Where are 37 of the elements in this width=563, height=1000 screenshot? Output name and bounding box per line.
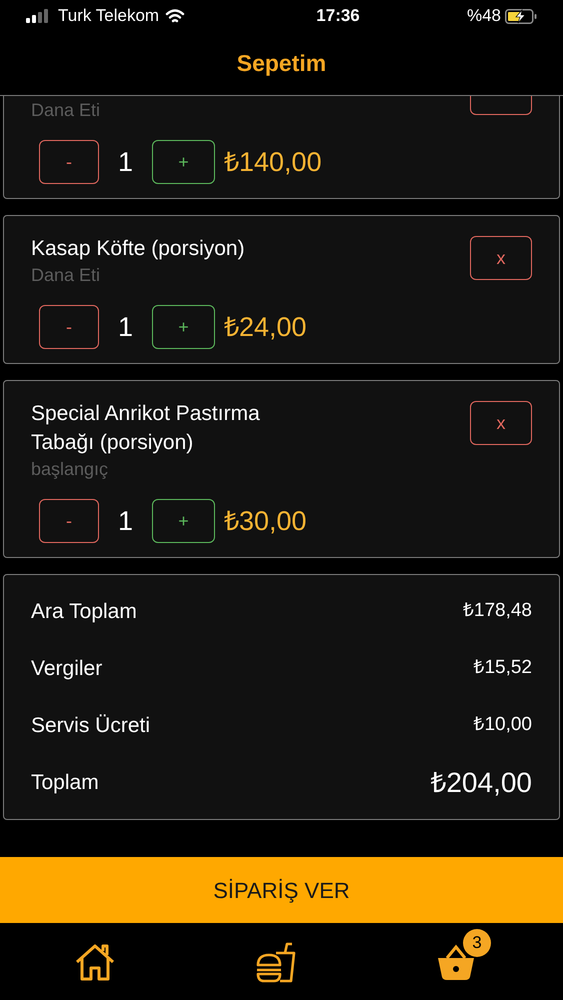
summary-label: Ara Toplam xyxy=(31,598,137,625)
increase-button[interactable]: + xyxy=(152,140,215,184)
item-price: ₺24,00 xyxy=(224,310,307,344)
decrease-button[interactable]: - xyxy=(39,499,99,543)
decrease-button[interactable]: - xyxy=(39,305,99,349)
quantity: 1 xyxy=(116,146,134,179)
item-description: Dana Eti xyxy=(31,99,100,122)
remove-button[interactable]: x xyxy=(470,236,532,280)
summary-value: ₺178,48 xyxy=(462,599,532,624)
clock: 17:36 xyxy=(316,5,360,28)
summary-value: ₺15,52 xyxy=(473,656,532,680)
item-description: başlangıç xyxy=(31,458,110,481)
item-price: ₺140,00 xyxy=(224,146,322,179)
carrier-name: Turk Telekom xyxy=(58,5,160,28)
home-icon xyxy=(74,942,116,982)
summary-label: Toplam xyxy=(31,770,99,796)
item-price: ₺30,00 xyxy=(224,504,307,538)
increase-button[interactable]: + xyxy=(152,305,215,349)
summary-label: Vergiler xyxy=(31,656,102,682)
increase-button[interactable]: + xyxy=(152,499,215,543)
summary-value: ₺10,00 xyxy=(473,713,532,738)
cart-count-badge: 3 xyxy=(463,928,491,956)
item-title: Kasap Köfte (porsiyon) xyxy=(31,236,246,262)
summary-value: ₺204,00 xyxy=(430,766,532,800)
item-description: Dana Eti xyxy=(31,264,102,287)
item-title: Special Anrikot Pastırma Tabağı (porsiyon) xyxy=(31,401,261,456)
page-title: Sepetim xyxy=(236,49,326,78)
wifi-icon xyxy=(165,8,186,24)
quantity: 1 xyxy=(116,310,134,344)
summary-label: Servis Ücreti xyxy=(31,712,150,739)
quantity: 1 xyxy=(116,504,134,538)
burger-drink-icon xyxy=(254,940,298,982)
remove-button[interactable]: x xyxy=(470,401,532,445)
battery-percent: %48 xyxy=(466,5,501,28)
place-order-button[interactable]: SİPARİŞ VER xyxy=(0,857,563,923)
tab-bar-item[interactable]: 3 xyxy=(433,928,491,982)
decrease-button[interactable]: - xyxy=(39,140,99,184)
